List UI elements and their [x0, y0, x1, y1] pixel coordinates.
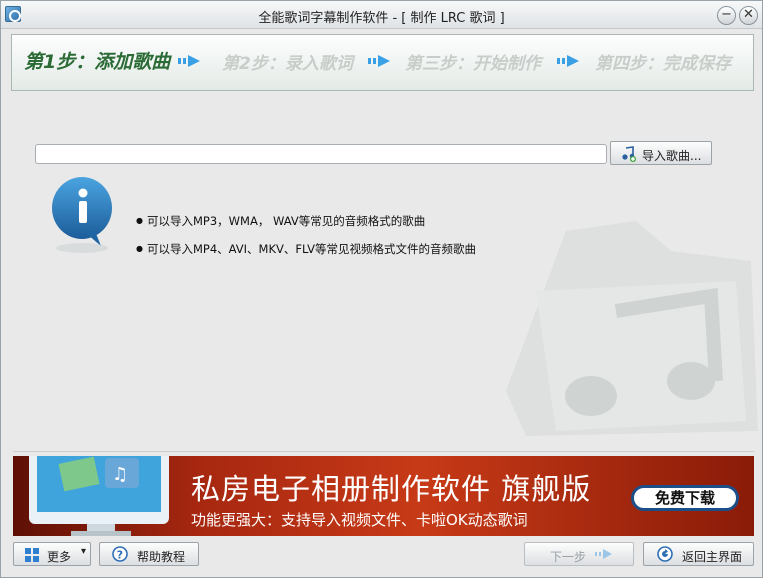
ad-title: 私房电子相册制作软件 旗舰版	[191, 472, 592, 506]
step-arrow-icon	[178, 55, 200, 67]
title-bar[interactable]: 全能歌词字幕制作软件 - [ 制作 LRC 歌词 ] − ✕	[1, 1, 762, 29]
back-icon	[657, 546, 673, 562]
help-icon: ?	[112, 546, 128, 562]
help-label: 帮助教程	[137, 550, 186, 564]
return-home-button[interactable]: 返回主界面	[643, 542, 754, 566]
svg-text:?: ?	[117, 548, 123, 561]
next-step-button[interactable]: 下一步	[524, 542, 634, 566]
info-bullet: 可以导入MP4、AVI、MKV、FLV等常见视频格式文件的音频歌曲	[136, 241, 476, 257]
chevron-down-icon: ▾	[81, 546, 87, 557]
more-button[interactable]: 更多 ▾	[13, 542, 91, 566]
ad-subtitle: 功能更强大：支持导入视频文件、卡啦OK动态歌词	[191, 511, 528, 529]
free-download-button[interactable]: 免费下载	[631, 485, 739, 511]
song-path-input[interactable]	[35, 144, 607, 164]
music-folder-watermark-icon	[506, 221, 758, 436]
monitor-icon: ♫	[29, 456, 169, 536]
music-add-icon	[622, 146, 636, 162]
import-song-label: 导入歌曲...	[642, 149, 702, 163]
step-1: 第1步：添加歌曲	[24, 51, 171, 73]
help-tutorial-button[interactable]: ? 帮助教程	[99, 542, 199, 566]
separator	[13, 451, 754, 452]
step-arrow-icon	[368, 55, 390, 67]
minimize-button[interactable]: −	[717, 6, 736, 25]
svg-text:♫: ♫	[112, 464, 128, 485]
close-button[interactable]: ✕	[739, 6, 758, 25]
info-icon	[52, 177, 112, 253]
next-step-label: 下一步	[550, 550, 587, 564]
info-bullet: 可以导入MP3，WMA， WAV等常见的音频格式的歌曲	[136, 213, 425, 229]
steps-banner: 第1步：添加歌曲 第2步：录入歌词 第三步：开始制作 第四步：完成保存	[11, 34, 754, 91]
step-3: 第三步：开始制作	[405, 54, 541, 74]
more-label: 更多	[47, 550, 72, 564]
arrow-right-icon	[595, 549, 612, 559]
ad-banner[interactable]: ♫ 私房电子相册制作软件 旗舰版 功能更强大：支持导入视频文件、卡啦OK动态歌词…	[13, 456, 754, 536]
step-4: 第四步：完成保存	[595, 54, 731, 74]
app-window: 全能歌词字幕制作软件 - [ 制作 LRC 歌词 ] − ✕ 第1步：添加歌曲 …	[0, 0, 763, 578]
return-home-label: 返回主界面	[682, 550, 743, 564]
windows-icon	[25, 548, 39, 562]
step-arrow-icon	[557, 55, 579, 67]
import-song-button[interactable]: 导入歌曲...	[610, 141, 712, 165]
window-title: 全能歌词字幕制作软件 - [ 制作 LRC 歌词 ]	[258, 11, 505, 26]
step-2: 第2步：录入歌词	[222, 54, 353, 74]
